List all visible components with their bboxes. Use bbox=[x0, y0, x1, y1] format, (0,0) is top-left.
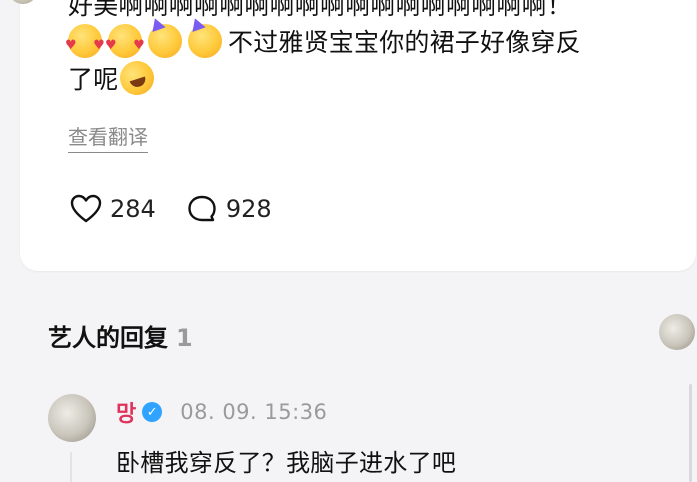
partying-face-icon bbox=[148, 24, 182, 58]
comment-bubble-icon bbox=[188, 195, 216, 222]
reply-author-name[interactable]: 망 bbox=[116, 396, 136, 428]
thread-divider bbox=[70, 452, 72, 482]
reply-timestamp: 08. 09. 15:36 bbox=[180, 400, 328, 424]
reply-button[interactable]: 928 bbox=[186, 194, 272, 224]
heart-icon bbox=[70, 194, 102, 223]
artist-avatar[interactable] bbox=[659, 314, 695, 350]
artist-reply-header: 艺人的回复 1 bbox=[48, 318, 193, 353]
comment-actions: 284 928 bbox=[70, 194, 302, 224]
like-button[interactable]: 284 bbox=[70, 194, 156, 224]
reply-count: 928 bbox=[225, 195, 272, 223]
verified-badge-icon: ✓ bbox=[142, 402, 163, 422]
comment-line-3-text: 了呢 bbox=[68, 65, 119, 94]
commenter-avatar[interactable] bbox=[8, 0, 38, 4]
comment-body: 好美啊啊啊啊啊啊啊啊啊啊啊啊啊啊啊啊啊！ 不过雅贤宝宝你的裙子好像穿反 了呢 bbox=[65, 0, 688, 100]
comment-card: 好美啊啊啊啊啊啊啊啊啊啊啊啊啊啊啊啊啊！ 不过雅贤宝宝你的裙子好像穿反 了呢 查… bbox=[8, 0, 696, 271]
comment-line-2: 不过雅贤宝宝你的裙子好像穿反 bbox=[65, 24, 688, 64]
scrollbar[interactable] bbox=[689, 384, 692, 482]
like-count: 284 bbox=[110, 195, 156, 223]
partying-face-icon bbox=[188, 24, 222, 58]
rolling-on-the-floor-laughing-icon bbox=[115, 56, 159, 100]
artist-reply-count: 1 bbox=[176, 324, 193, 352]
comment-line-2-text: 不过雅贤宝宝你的裙子好像穿反 bbox=[228, 28, 581, 57]
reply-author-avatar[interactable] bbox=[48, 394, 96, 442]
smiling-face-with-hearts-icon bbox=[65, 24, 105, 64]
see-translation-link[interactable]: 查看翻译 bbox=[68, 121, 148, 153]
reply-text: 卧槽我穿反了？我脑子进水了吧 bbox=[116, 449, 457, 477]
smiling-face-with-hearts-icon bbox=[105, 24, 145, 64]
artist-reply-title: 艺人的回复 bbox=[48, 324, 168, 352]
reply-meta: 망 ✓ 08. 09. 15:36 bbox=[116, 396, 327, 428]
comment-line-3: 了呢 bbox=[68, 56, 688, 100]
